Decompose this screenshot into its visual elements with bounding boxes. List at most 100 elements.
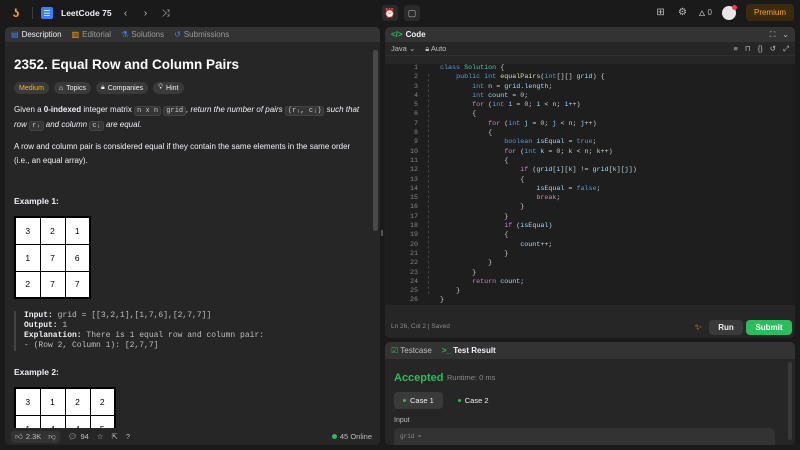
input-value: grid = [[3,2,1],[1,7,6],[2,7,7]] [52, 311, 212, 320]
streak-counter[interactable]: 🜂 0 [699, 4, 712, 21]
problem-content: 2352. Equal Row and Column Pairs Medium … [5, 42, 372, 428]
bookmark-icon[interactable]: ⊓ [745, 44, 751, 54]
description-panel: ▤ Description ▥ Editorial ⚗ Solutions ↺ Subm… [5, 27, 380, 445]
tab-testcase[interactable]: ☑ Testcase [391, 346, 432, 355]
collapse-icon[interactable]: ⌄ [782, 30, 789, 40]
tab-label: Solutions [131, 30, 165, 39]
inline-code: grid [163, 106, 187, 116]
auto-toggle[interactable]: 🔒︎ Auto [425, 44, 446, 54]
reset-icon[interactable]: ↺ [770, 44, 776, 54]
inline-code: (rᵢ, cⱼ) [284, 106, 325, 116]
line-number: 24 [409, 277, 418, 286]
share-icon[interactable]: ⇱ [112, 432, 118, 441]
editor-toolbar: Java ⌄ 🔒︎ Auto ≡ ⊓ {} ↺ ⤢ [385, 42, 795, 56]
line-number: 16 [409, 203, 418, 212]
notes-icon[interactable]: ▢ [404, 5, 420, 21]
line-number: 9 [413, 138, 418, 147]
study-plan-title[interactable]: LeetCode 75 [61, 8, 112, 18]
tab-submissions[interactable]: ↺ Submissions [174, 30, 229, 39]
online-dot [331, 434, 337, 439]
timer-icon[interactable]: ⏰ [382, 5, 398, 21]
description-footer: 👍︎ 2.3K 👎︎ 💬︎ 94 ☆ ⇱ ? 45 Online [5, 428, 380, 445]
problem-tags: Medium ⌂ Topics 🔒︎ Companies 💡︎ Hint [14, 82, 363, 94]
fullscreen-icon[interactable]: ⛶ [770, 30, 776, 40]
premium-button[interactable]: Premium [745, 4, 794, 21]
code-content[interactable]: class Solution { public int equalPairs(i… [440, 64, 637, 305]
description-scrollbar[interactable] [373, 50, 378, 231]
example-2-grid: 3122 1445 2422 [14, 387, 116, 428]
layout-grid-icon[interactable]: ⊞ [655, 7, 667, 18]
like-button[interactable]: 👍︎ 2.3K 👎︎ [11, 430, 60, 443]
chevron-left-icon[interactable]: ‹ [120, 8, 132, 19]
like-count: 2.3K [25, 432, 42, 441]
expand-icon[interactable]: ⤢ [783, 44, 789, 54]
problem-note: A row and column pair is considered equa… [14, 142, 351, 165]
line-number: 10 [409, 147, 418, 156]
braces-icon[interactable]: {} [758, 44, 763, 54]
grid-cell: 5 [89, 414, 116, 428]
thumbs-up-icon: 👍︎ [15, 431, 23, 441]
line-number: 19 [409, 231, 418, 240]
case-label: Case 1 [410, 396, 434, 405]
thumbs-down-icon[interactable]: 👎︎ [48, 432, 56, 442]
text: Given a [14, 105, 44, 114]
tab-description[interactable]: ▤ Description [11, 30, 62, 39]
comments-button[interactable]: 💬︎ 94 [68, 432, 89, 441]
line-number: 11 [409, 156, 418, 165]
case-tab[interactable]: Case 1 [394, 392, 443, 409]
line-number: 15 [409, 194, 418, 203]
line-number: 6 [413, 110, 418, 119]
panel-resize-handle[interactable] [381, 230, 383, 236]
lock-icon: 🔒︎ [100, 84, 105, 91]
grid-cell: 1 [14, 414, 41, 428]
star-icon[interactable]: ☆ [97, 432, 104, 441]
settings-gear-icon[interactable]: ⚙ [677, 7, 689, 18]
inline-code: cⱼ [89, 121, 104, 131]
format-icon[interactable]: ≡ [733, 44, 737, 54]
pass-dot [457, 399, 461, 402]
run-button[interactable]: Run [709, 320, 743, 335]
line-number: 2 [413, 73, 418, 82]
line-number: 4 [413, 91, 418, 100]
leetcode-logo-icon[interactable]: ʖ [8, 5, 24, 21]
chevron-down-icon: ⌄ [408, 44, 416, 53]
line-number: 14 [409, 184, 418, 193]
help-icon[interactable]: ? [126, 432, 130, 441]
tab-label: Description [21, 30, 62, 39]
indent-guide [428, 74, 429, 294]
cursor-position: Ln 26, Col 2 [391, 323, 427, 330]
submit-button[interactable]: Submit [746, 320, 792, 335]
sparkle-icon[interactable]: ✨︎ [695, 322, 702, 333]
grid-cell: 1 [39, 387, 66, 416]
study-plan-icon[interactable]: ☰ [41, 7, 53, 19]
line-number: 21 [409, 249, 418, 258]
save-status: Saved [431, 323, 450, 330]
explanation-text: There is 1 equal row and column pair: [81, 331, 265, 340]
line-number: 18 [409, 222, 418, 231]
line-numbers: 1 2 3 4 5 6 7 8 9 10 11 12 13 14 15 16 17 18 19 20 21 22 23 24 2… [385, 64, 418, 305]
problem-title[interactable]: 2352. Equal Row and Column Pairs [14, 57, 363, 72]
language-select[interactable]: Java ⌄ [391, 44, 415, 53]
online-count: 45 Online [339, 432, 372, 441]
test-scrollbar[interactable] [788, 362, 792, 440]
companies-tag[interactable]: 🔒︎ Companies [95, 82, 149, 94]
avatar[interactable] [721, 4, 737, 20]
grid-cell: 1 [14, 243, 41, 272]
pass-dot [403, 399, 406, 402]
shuffle-icon[interactable]: ⤨ [160, 8, 172, 19]
lock-icon: 🔒︎ [425, 43, 430, 53]
code-title: Code [405, 30, 426, 39]
checkbox-icon: ☑ [391, 346, 399, 355]
chevron-right-icon[interactable]: › [140, 8, 152, 19]
hint-tag[interactable]: 💡︎ Hint [153, 82, 184, 94]
case-tab[interactable]: Case 2 [449, 392, 498, 409]
line-number: 1 [413, 64, 418, 72]
grid-cell: 2 [89, 387, 116, 416]
topics-tag[interactable]: ⌂ Topics [53, 82, 91, 94]
tab-editorial[interactable]: ▥ Editorial [72, 30, 111, 39]
tab-label: Editorial [82, 30, 112, 39]
tab-solutions[interactable]: ⚗ Solutions [121, 30, 164, 39]
input-box: grid = [394, 428, 775, 445]
tab-test-result[interactable]: >_ Test Result [442, 346, 496, 355]
code-editor[interactable]: 1 2 3 4 5 6 7 8 9 10 11 12 13 14 15 16 17 18 19 20 21 22 23 24 2… [385, 64, 795, 305]
